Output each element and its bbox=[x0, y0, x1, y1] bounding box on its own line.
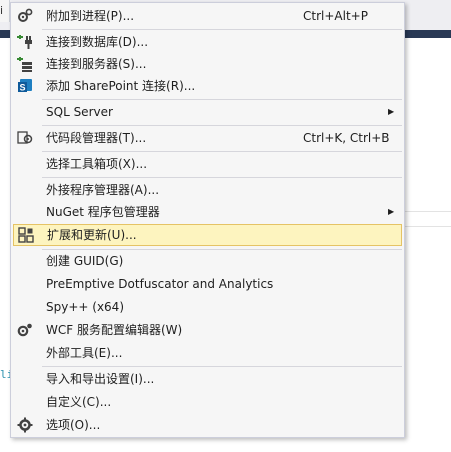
submenu-arrow-icon: ▶ bbox=[388, 107, 395, 116]
menu-separator bbox=[42, 177, 402, 178]
menu-item-options[interactable]: 选项(O)... bbox=[13, 414, 402, 436]
title-bar-edge-left bbox=[0, 30, 10, 38]
menu-item-nuget-package-manager[interactable]: NuGet 程序包管理器 ▶ bbox=[13, 201, 402, 223]
menu-item-sql-server[interactable]: SQL Server ▶ bbox=[13, 101, 402, 123]
snippet-manager-icon bbox=[17, 131, 33, 144]
menu-item-addin-manager[interactable]: 外接程序管理器(A)... bbox=[13, 179, 402, 201]
menu-item-customize[interactable]: 自定义(C)... bbox=[13, 391, 402, 413]
menu-item-snippet-manager[interactable]: 代码段管理器(T)... Ctrl+K, Ctrl+B bbox=[13, 127, 402, 149]
wcf-config-icon bbox=[17, 323, 32, 337]
menu-item-attach-to-process[interactable]: 附加到进程(P)... Ctrl+Alt+P bbox=[13, 5, 402, 27]
sharepoint-icon: S bbox=[18, 79, 32, 93]
menu-item-connect-server[interactable]: 连接到服务器(S)... bbox=[13, 53, 402, 75]
menu-item-wcf-config-editor[interactable]: WCF 服务配置编辑器(W) bbox=[13, 319, 402, 341]
menu-separator bbox=[42, 99, 402, 100]
editor-tab-fragment[interactable]: i bbox=[0, 0, 10, 22]
menu-separator bbox=[42, 366, 402, 367]
gear-attach-icon bbox=[18, 8, 33, 22]
svg-text:S: S bbox=[19, 83, 25, 93]
menu-separator bbox=[42, 125, 402, 126]
extensions-icon bbox=[18, 227, 34, 243]
menu-separator bbox=[42, 151, 402, 152]
editor-divider bbox=[405, 211, 451, 212]
menu-item-choose-toolbox-items[interactable]: 选择工具箱项(X)... bbox=[13, 153, 402, 175]
database-plug-icon bbox=[17, 35, 32, 49]
menu-separator bbox=[42, 29, 402, 30]
submenu-arrow-icon: ▶ bbox=[388, 207, 395, 216]
menu-item-add-sharepoint[interactable]: S 添加 SharePoint 连接(R)... bbox=[13, 75, 402, 97]
menu-item-connect-database[interactable]: 连接到数据库(D)... bbox=[13, 31, 402, 53]
title-bar-edge-right bbox=[405, 30, 451, 38]
menu-item-external-tools[interactable]: 外部工具(E)... bbox=[13, 342, 402, 364]
options-gear-icon bbox=[17, 417, 33, 433]
tools-menu: 附加到进程(P)... Ctrl+Alt+P 连接到数据库(D)... 连接到服… bbox=[10, 2, 405, 438]
menu-item-spy-plus-plus[interactable]: Spy++ (x64) bbox=[13, 296, 402, 318]
menu-item-create-guid[interactable]: 创建 GUID(G) bbox=[13, 250, 402, 272]
editor-divider bbox=[405, 226, 451, 227]
menu-item-import-export-settings[interactable]: 导入和导出设置(I)... bbox=[13, 368, 402, 390]
menu-item-dotfuscator[interactable]: PreEmptive Dotfuscator and Analytics bbox=[13, 273, 402, 295]
server-plug-icon bbox=[17, 57, 32, 72]
menu-item-extensions-updates[interactable]: 扩展和更新(U)... bbox=[13, 224, 402, 246]
